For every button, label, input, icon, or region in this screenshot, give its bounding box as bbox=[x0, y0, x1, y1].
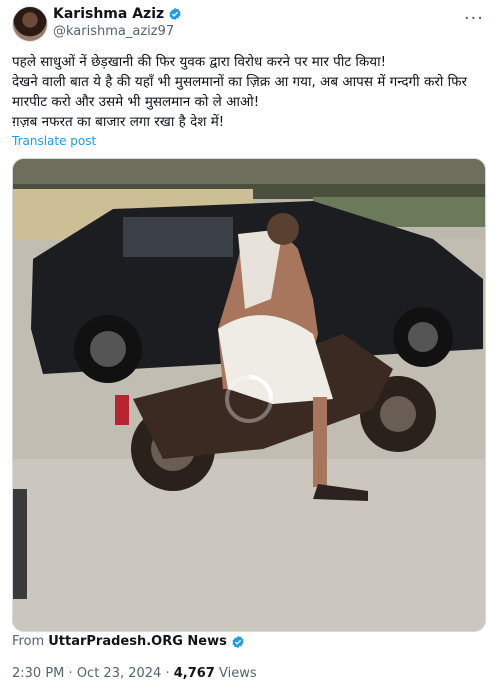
post-meta: 2:30 PM · Oct 23, 2024 · 4,767 Views bbox=[12, 666, 257, 681]
source-name-link[interactable]: UttarPradesh.ORG News bbox=[48, 634, 227, 649]
views-label: Views bbox=[219, 666, 257, 681]
author-info: Karishma Aziz @karishma_aziz97 bbox=[53, 6, 182, 39]
verified-badge-icon bbox=[169, 7, 181, 21]
meta-separator: · bbox=[68, 666, 73, 681]
media-source: From UttarPradesh.ORG News bbox=[12, 634, 245, 649]
post-time[interactable]: 2:30 PM bbox=[12, 666, 64, 681]
video-frame bbox=[13, 159, 485, 631]
post-text: पहले साधुओं नें छेड़खानी की फिर युवक द्व… bbox=[12, 54, 468, 130]
post-header: Karishma Aziz @karishma_aziz97 ··· bbox=[12, 6, 486, 44]
meta-separator: · bbox=[165, 666, 170, 681]
post-video[interactable] bbox=[12, 158, 486, 632]
more-options-icon[interactable]: ··· bbox=[464, 8, 484, 29]
author-handle[interactable]: @karishma_aziz97 bbox=[53, 24, 182, 39]
translate-post-link[interactable]: Translate post bbox=[12, 134, 96, 148]
post-date[interactable]: Oct 23, 2024 bbox=[77, 666, 162, 681]
views-count: 4,767 bbox=[173, 666, 215, 681]
author-name[interactable]: Karishma Aziz bbox=[53, 6, 164, 22]
source-prefix: From bbox=[12, 634, 45, 649]
avatar[interactable] bbox=[12, 6, 48, 42]
verified-badge-icon bbox=[232, 635, 244, 648]
